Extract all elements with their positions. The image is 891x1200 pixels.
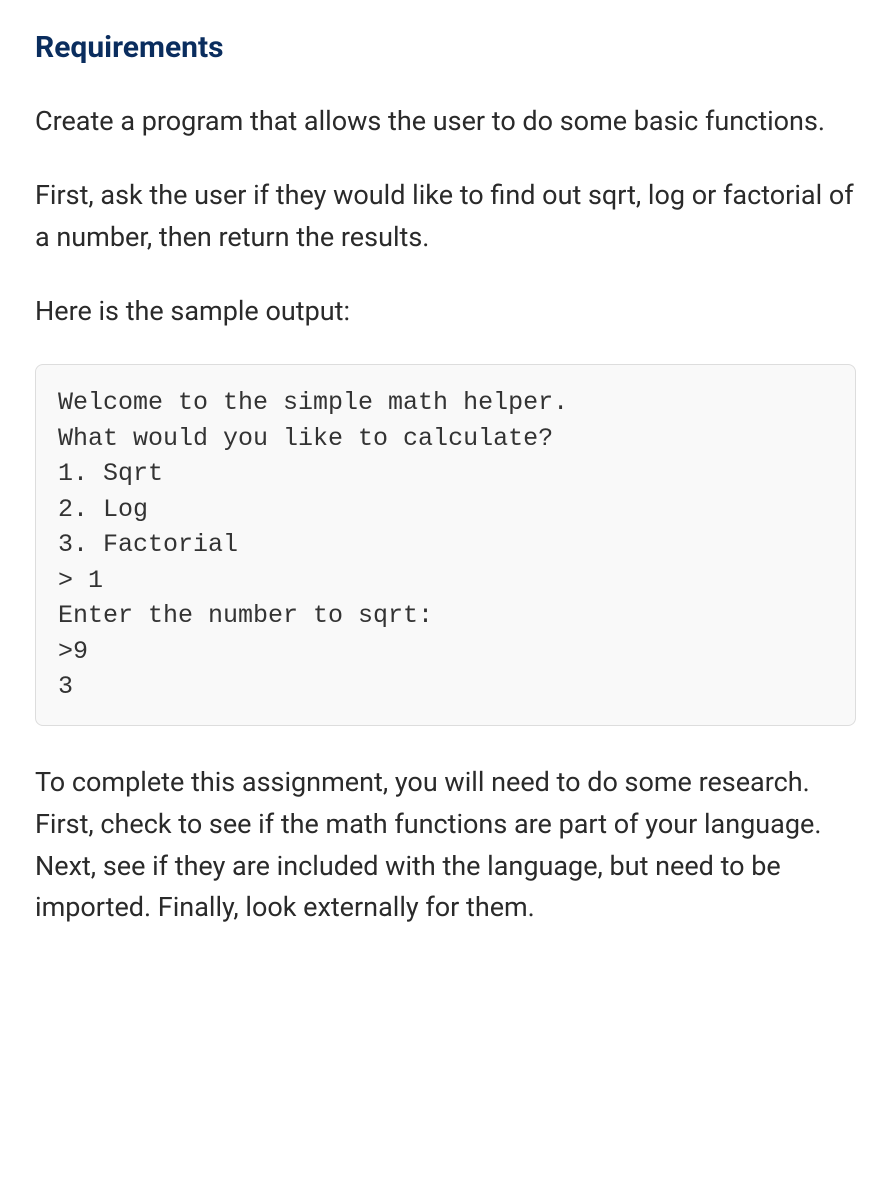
requirements-heading: Requirements	[35, 30, 856, 65]
task-paragraph: First, ask the user if they would like t…	[35, 175, 856, 259]
sample-output-code: Welcome to the simple math helper. What …	[35, 364, 856, 726]
conclusion-paragraph: To complete this assignment, you will ne…	[35, 762, 856, 929]
sample-output-label: Here is the sample output:	[35, 291, 856, 333]
intro-paragraph: Create a program that allows the user to…	[35, 101, 856, 143]
